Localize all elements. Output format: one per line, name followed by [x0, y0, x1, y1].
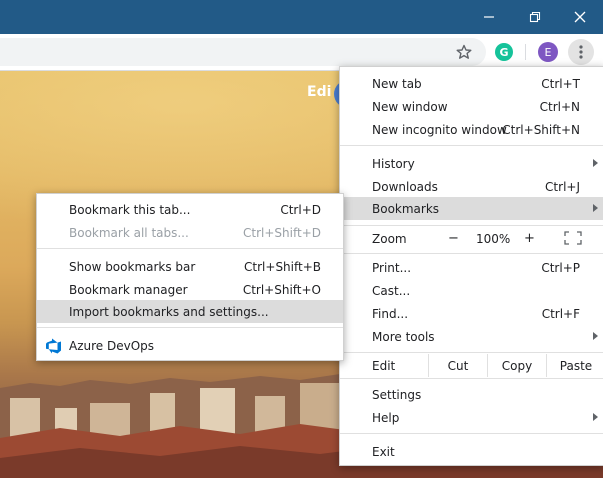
menu-item-shortcut: Ctrl+D: [280, 202, 321, 217]
grammarly-icon: G: [495, 43, 513, 61]
menu-item-label: Exit: [372, 444, 395, 459]
zoom-in-button[interactable]: +: [524, 231, 535, 246]
menu-item-label: Bookmarks: [372, 201, 440, 216]
more-vert-icon: [579, 45, 583, 59]
bookmark-azure-devops[interactable]: Azure DevOps: [37, 334, 343, 357]
paste-label: Paste: [559, 358, 593, 373]
menu-item-new-tab[interactable]: New tab Ctrl+T: [340, 72, 603, 95]
profile-button[interactable]: E: [536, 40, 560, 64]
zoom-level: 100%: [476, 231, 511, 246]
menu-item-label: History: [372, 156, 415, 171]
menu-item-cast[interactable]: Cast...: [340, 279, 603, 302]
menu-item-bookmarks[interactable]: Bookmarks: [340, 197, 603, 220]
menu-item-label: Print...: [372, 260, 412, 275]
cut-button[interactable]: Cut: [428, 354, 487, 377]
user-name: Edi: [307, 84, 332, 100]
menu-item-bookmark-manager[interactable]: Bookmark manager Ctrl+Shift+O: [37, 278, 343, 301]
menu-item-label: More tools: [372, 329, 435, 344]
menu-item-new-window[interactable]: New window Ctrl+N: [340, 95, 603, 118]
menu-separator: [340, 253, 603, 254]
menu-item-label: Bookmark all tabs...: [69, 225, 189, 240]
menu-separator: [37, 248, 343, 249]
azure-devops-icon: [46, 338, 62, 357]
address-bar[interactable]: [0, 38, 486, 66]
menu-item-shortcut: Ctrl+N: [539, 99, 580, 114]
menu-item-shortcut: Ctrl+P: [541, 260, 580, 275]
submenu-arrow-icon: [593, 159, 598, 167]
profile-avatar: E: [538, 42, 558, 62]
chrome-menu-button[interactable]: [568, 39, 594, 65]
cut-label: Cut: [447, 358, 469, 373]
menu-item-settings[interactable]: Settings: [340, 383, 603, 406]
fullscreen-icon: [564, 231, 582, 245]
minimize-button[interactable]: [466, 0, 512, 34]
menu-item-shortcut: Ctrl+Shift+D: [243, 225, 321, 240]
menu-item-shortcut: Ctrl+F: [541, 306, 580, 321]
menu-item-edit: Edit Cut Copy Paste: [340, 354, 603, 377]
copy-label: Copy: [501, 358, 533, 373]
menu-item-new-incognito-window[interactable]: New incognito window Ctrl+Shift+N: [340, 118, 603, 141]
menu-item-more-tools[interactable]: More tools: [340, 325, 603, 348]
menu-item-shortcut: Ctrl+Shift+O: [242, 282, 321, 297]
paste-button[interactable]: Paste: [546, 354, 603, 377]
menu-item-downloads[interactable]: Downloads Ctrl+J: [340, 175, 603, 198]
bookmarks-submenu: Bookmark this tab... Ctrl+D Bookmark all…: [36, 193, 344, 361]
menu-item-label: Import bookmarks and settings...: [69, 304, 269, 319]
menu-item-label: New window: [372, 99, 448, 114]
menu-item-label: Bookmark this tab...: [69, 202, 191, 217]
minimize-icon: [484, 16, 494, 18]
menu-item-label: New tab: [372, 76, 422, 91]
menu-separator: [340, 225, 603, 226]
close-window-button[interactable]: [557, 0, 603, 34]
menu-item-label: Bookmark manager: [69, 282, 188, 297]
bookmark-star-button[interactable]: [452, 40, 476, 64]
menu-item-help[interactable]: Help: [340, 406, 603, 429]
menu-item-bookmark-all-tabs[interactable]: Bookmark all tabs... Ctrl+Shift+D: [37, 221, 343, 244]
menu-item-label: Show bookmarks bar: [69, 259, 196, 274]
copy-button[interactable]: Copy: [487, 354, 546, 377]
fullscreen-button[interactable]: [564, 231, 582, 248]
menu-item-label: Azure DevOps: [69, 338, 155, 353]
menu-separator: [340, 378, 603, 379]
menu-item-label: Zoom: [372, 231, 407, 246]
menu-item-label: New incognito window: [372, 122, 507, 137]
grammarly-extension-button[interactable]: G: [492, 40, 516, 64]
zoom-out-button[interactable]: −: [448, 231, 459, 246]
title-bar: [0, 0, 603, 34]
menu-separator: [37, 327, 343, 328]
menu-item-import-bookmarks[interactable]: Import bookmarks and settings...: [37, 300, 343, 323]
menu-item-label: Settings: [372, 387, 422, 402]
submenu-arrow-icon: [593, 204, 598, 212]
menu-separator: [340, 145, 603, 146]
menu-item-label: Help: [372, 410, 400, 425]
menu-item-label: Edit: [372, 358, 396, 373]
menu-item-history[interactable]: History: [340, 152, 603, 175]
close-icon: [574, 11, 586, 23]
menu-item-shortcut: Ctrl+Shift+N: [502, 122, 580, 137]
chrome-main-menu: New tab Ctrl+T New window Ctrl+N New inc…: [339, 66, 603, 466]
menu-item-zoom: Zoom − 100% +: [340, 227, 603, 250]
menu-item-label: Cast...: [372, 283, 411, 298]
menu-item-shortcut: Ctrl+Shift+B: [244, 259, 321, 274]
restore-icon: [529, 11, 541, 23]
menu-item-shortcut: Ctrl+J: [545, 179, 580, 194]
submenu-arrow-icon: [593, 413, 598, 421]
submenu-arrow-icon: [593, 332, 598, 340]
star-icon: [456, 44, 472, 59]
restore-button[interactable]: [512, 0, 558, 34]
menu-item-shortcut: Ctrl+T: [541, 76, 580, 91]
menu-item-bookmark-this-tab[interactable]: Bookmark this tab... Ctrl+D: [37, 198, 343, 221]
menu-item-find[interactable]: Find... Ctrl+F: [340, 302, 603, 325]
menu-item-label: Find...: [372, 306, 409, 321]
toolbar-divider: [525, 44, 526, 60]
menu-separator: [340, 352, 603, 353]
menu-separator: [340, 433, 603, 434]
menu-item-label: Downloads: [372, 179, 438, 194]
menu-item-show-bookmarks-bar[interactable]: Show bookmarks bar Ctrl+Shift+B: [37, 255, 343, 278]
menu-item-print[interactable]: Print... Ctrl+P: [340, 256, 603, 279]
menu-item-exit[interactable]: Exit: [340, 440, 603, 463]
